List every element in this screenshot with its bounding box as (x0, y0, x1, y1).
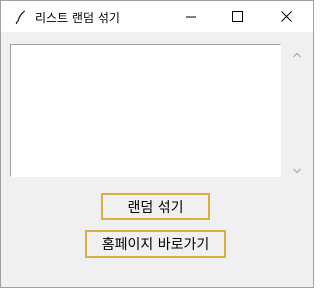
homepage-button[interactable]: 홈페이지 바로가기 (85, 230, 226, 258)
scroll-down-arrow[interactable] (288, 160, 305, 177)
minimize-icon (186, 7, 196, 26)
vertical-scrollbar[interactable] (288, 44, 305, 177)
window-title: 리스트 랜덤 섞기 (35, 11, 120, 25)
scroll-up-arrow[interactable] (288, 44, 305, 61)
feather-icon (13, 9, 29, 25)
maximize-icon (231, 7, 243, 26)
maximize-button[interactable] (214, 1, 260, 32)
chevron-down-icon (292, 159, 301, 178)
close-button[interactable] (260, 1, 313, 32)
close-icon (281, 7, 292, 26)
app-window: 리스트 랜덤 섞기 랜덤 섞기 홈페이지 바로가기 (0, 0, 314, 288)
shuffle-button[interactable]: 랜덤 섞기 (101, 193, 210, 220)
list-box[interactable] (10, 44, 281, 177)
chevron-up-icon (292, 43, 301, 62)
minimize-button[interactable] (168, 1, 214, 32)
title-bar[interactable]: 리스트 랜덤 섞기 (1, 1, 313, 32)
